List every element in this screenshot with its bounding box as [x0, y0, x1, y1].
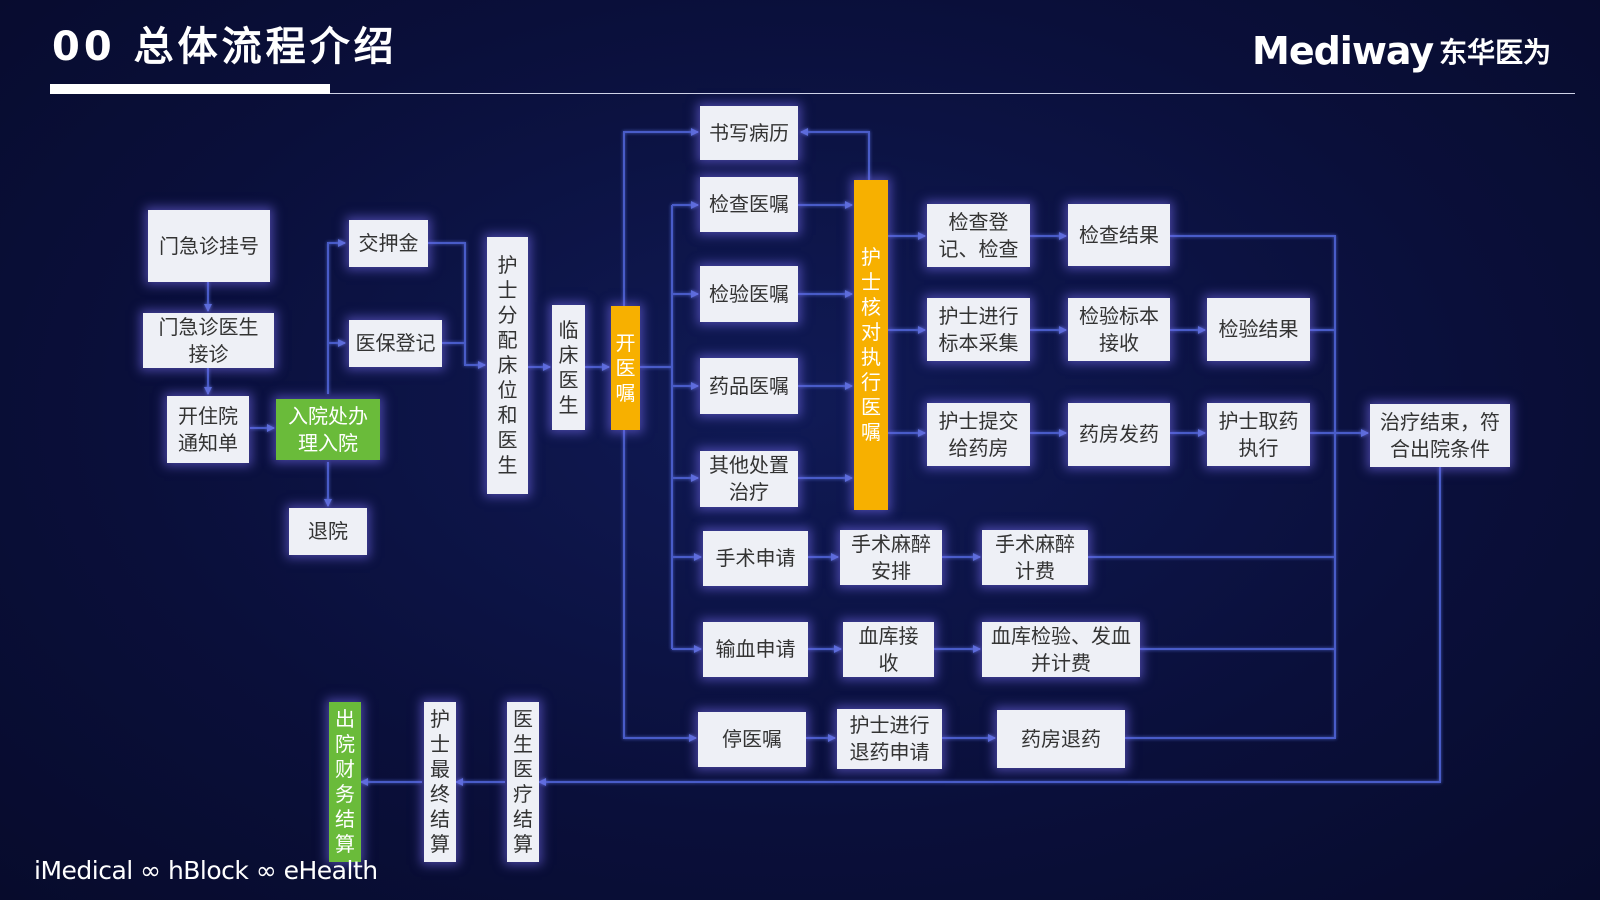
node-doctor-settlement: 医生医疗结算: [507, 702, 539, 862]
node-admission-notice: 开住院通知单: [167, 396, 249, 463]
node-nurse-final-settlement: 护士最终结算: [424, 702, 456, 862]
node-lab-order: 检验医嘱: [700, 266, 798, 322]
node-exam-result: 检查结果: [1068, 204, 1170, 266]
node-admission-office: 入院处办理入院: [276, 399, 380, 460]
node-nurse-assign: 护士分配床位和医生: [487, 237, 528, 494]
node-outpatient-register: 门急诊挂号: [148, 210, 270, 282]
node-nurse-sample: 护士进行标本采集: [927, 298, 1030, 361]
node-blood-receive: 血库接收: [843, 622, 934, 677]
node-discharge-finance: 出院财务结算: [329, 702, 361, 862]
node-surgery-billing: 手术麻醉计费: [982, 530, 1088, 585]
slide: 00 总体流程介绍 Mediway 东华医为 门急诊挂号 门急诊医生接诊 开住院…: [0, 0, 1600, 900]
node-stop-order: 停医嘱: [698, 712, 806, 767]
node-clinical-doctor: 临床医生: [552, 305, 585, 430]
node-blood-test-issue: 血库检验、发血并计费: [982, 622, 1140, 677]
node-drug-order: 药品医嘱: [700, 358, 798, 414]
node-lab-result: 检验结果: [1207, 298, 1310, 361]
node-surgery-apply: 手术申请: [703, 531, 808, 586]
node-blood-apply: 输血申请: [703, 622, 808, 677]
node-deposit: 交押金: [349, 220, 428, 267]
node-nurse-return-apply: 护士进行退药申请: [837, 709, 942, 769]
node-sample-receive: 检验标本接收: [1068, 298, 1170, 361]
node-open-order: 开医嘱: [611, 306, 640, 430]
node-insurance-register: 医保登记: [349, 320, 442, 367]
node-write-record: 书写病历: [700, 106, 798, 160]
node-nurse-submit-pharmacy: 护士提交给药房: [927, 403, 1030, 466]
node-exam-order: 检查医嘱: [700, 177, 798, 232]
node-pharmacy-return: 药房退药: [997, 710, 1125, 768]
node-outpatient-doctor: 门急诊医生接诊: [143, 313, 274, 368]
node-exam-register: 检查登记、检查: [927, 204, 1030, 267]
node-pharmacy-dispense: 药房发药: [1068, 403, 1170, 466]
footer-tagline: iMedical ∞ hBlock ∞ eHealth: [34, 856, 378, 885]
node-other-treatment: 其他处置治疗: [700, 451, 798, 507]
node-nurse-take-drug: 护士取药执行: [1207, 403, 1310, 466]
node-nurse-verify: 护士核对执行医嘱: [854, 180, 888, 510]
node-surgery-anesthesia: 手术麻醉安排: [840, 530, 942, 585]
node-treatment-end: 治疗结束，符合出院条件: [1370, 404, 1510, 467]
node-discharge-cancel: 退院: [289, 508, 367, 555]
